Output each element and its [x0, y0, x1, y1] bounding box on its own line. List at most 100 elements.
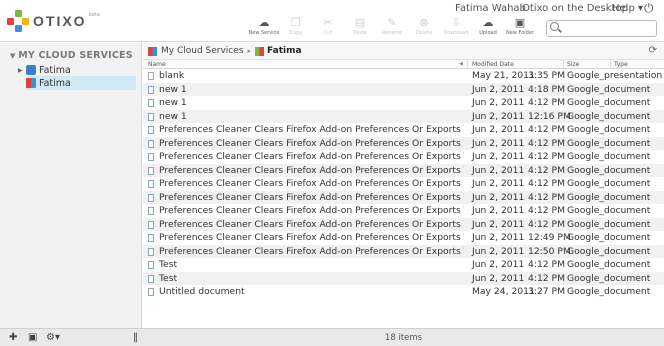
- file-time: 12:16 PM: [528, 110, 571, 122]
- file-name: blank: [159, 70, 185, 81]
- sidebar-item-fatima-box[interactable]: ▶ Fatima: [18, 63, 136, 77]
- file-name: Untitled document: [159, 286, 245, 297]
- file-time: 3:35 PM: [528, 70, 566, 81]
- file-date: Jun 2, 2011: [472, 191, 525, 203]
- column-header-size[interactable]: Size: [564, 60, 611, 69]
- paste-label: Paste: [353, 30, 367, 36]
- delete-button[interactable]: ⊗ Delete: [408, 16, 440, 36]
- file-row[interactable]: Preferences Cleaner Clears Firefox Add-o…: [143, 177, 664, 191]
- sidebar-item-label: Fatima: [39, 77, 71, 89]
- file-row[interactable]: Preferences Cleaner Clears Firefox Add-o…: [143, 136, 664, 150]
- file-type: Google_document: [567, 97, 651, 108]
- file-row[interactable]: Test Jun 2, 2011 4:12 PM Google_document: [143, 258, 664, 272]
- sidebar-header[interactable]: ▼ MY CLOUD SERVICES: [10, 50, 133, 61]
- window-icon[interactable]: ▣: [28, 332, 37, 343]
- sidebar-item-fatima-google[interactable]: Fatima: [26, 76, 136, 90]
- file-date: Jun 2, 2011: [472, 232, 525, 243]
- status-bar: ✚ ▣ ⚙▾ ‖ 18 items: [0, 328, 664, 346]
- file-time: 3:27 PM: [528, 286, 566, 297]
- column-header-type[interactable]: Type: [611, 60, 664, 69]
- breadcrumb: My Cloud Services ▸ Fatima ⟳: [143, 43, 664, 60]
- sidebar-header-label: MY CLOUD SERVICES: [18, 50, 133, 61]
- file-row[interactable]: blank May 21, 2011 3:35 PM Google_presentat…: [143, 69, 664, 83]
- search-box: [546, 20, 657, 37]
- file-type: Google_document: [567, 218, 651, 230]
- download-button[interactable]: ⇩ Download: [440, 16, 472, 36]
- search-input[interactable]: [562, 22, 654, 35]
- add-icon[interactable]: ✚: [9, 332, 17, 343]
- file-type: Google_document: [567, 164, 651, 176]
- file-time: 4:12 PM: [528, 151, 566, 162]
- file-row[interactable]: Preferences Cleaner Clears Firefox Add-o…: [143, 150, 664, 164]
- refresh-icon[interactable]: ⟳: [649, 45, 657, 56]
- file-date: May 24, 2011: [472, 286, 535, 297]
- file-row[interactable]: new 1 Jun 2, 2011 4:18 PM Google_document: [143, 82, 664, 96]
- google-docs-icon: [26, 78, 36, 88]
- file-type: Google_document: [567, 151, 651, 162]
- document-file-icon: [148, 126, 154, 134]
- document-file-icon: [148, 153, 154, 161]
- document-file-icon: [148, 112, 154, 121]
- file-type: Google_document: [567, 124, 651, 135]
- gear-icon[interactable]: ⚙▾: [46, 332, 60, 343]
- user-name-link[interactable]: Fatima Wahab: [455, 3, 526, 14]
- items-count: 18 items: [384, 333, 423, 343]
- rename-label: Rename: [381, 30, 403, 36]
- file-date: Jun 2, 2011: [472, 137, 525, 149]
- file-time: 4:12 PM: [528, 164, 566, 176]
- file-row[interactable]: Preferences Cleaner Clears Firefox Add-o…: [143, 204, 664, 218]
- file-row[interactable]: Preferences Cleaner Clears Firefox Add-o…: [143, 244, 664, 258]
- file-row[interactable]: new 1 Jun 2, 2011 4:12 PM Google_document: [143, 96, 664, 110]
- file-name: Preferences Cleaner Clears Firefox Add-o…: [159, 232, 464, 243]
- sidebar: ▼ MY CLOUD SERVICES ▶ Fatima Fatima: [0, 43, 142, 328]
- file-type: Google_document: [567, 178, 651, 189]
- upload-button[interactable]: ☁ Upload: [472, 16, 504, 36]
- upload-label: Upload: [479, 30, 497, 36]
- breadcrumb-root[interactable]: My Cloud Services: [161, 46, 243, 56]
- file-date: May 21, 2011: [472, 70, 535, 81]
- file-row[interactable]: Preferences Cleaner Clears Firefox Add-o…: [143, 190, 664, 204]
- file-row[interactable]: Preferences Cleaner Clears Firefox Add-o…: [143, 217, 664, 231]
- upload-cloud-icon: ☁: [482, 16, 494, 29]
- download-icon: ⇩: [451, 16, 461, 29]
- new-folder-button[interactable]: ▣ New Folder: [504, 16, 536, 36]
- breadcrumb-separator-icon: ▸: [247, 47, 251, 55]
- help-menu[interactable]: Help ▾: [612, 3, 643, 14]
- file-row[interactable]: Test Jun 2, 2011 4:12 PM Google_document: [143, 271, 664, 285]
- top-bar: OTIXO beta ☁ New Service ❐ Copy ✂ Cut ▤ …: [0, 0, 664, 42]
- cloud-services-icon: [148, 46, 157, 56]
- document-file-icon: [148, 207, 154, 215]
- new-service-button[interactable]: ☁ New Service: [248, 16, 280, 36]
- file-row[interactable]: Preferences Cleaner Clears Firefox Add-o…: [143, 231, 664, 245]
- resize-handle-icon[interactable]: ‖: [133, 332, 138, 343]
- file-time: 4:12 PM: [528, 97, 566, 108]
- column-header-name[interactable]: Name: [145, 60, 468, 69]
- file-row[interactable]: new 1 Jun 2, 2011 12:16 PM Google_document: [143, 109, 664, 123]
- file-time: 4:12 PM: [528, 191, 566, 203]
- google-docs-icon: [255, 46, 264, 56]
- rename-icon: ✎: [387, 16, 397, 29]
- file-row[interactable]: Preferences Cleaner Clears Firefox Add-o…: [143, 163, 664, 177]
- document-file-icon: [148, 234, 154, 242]
- rename-button[interactable]: ✎ Rename: [376, 16, 408, 36]
- breadcrumb-current[interactable]: Fatima: [267, 46, 302, 56]
- document-file-icon: [148, 166, 154, 175]
- copy-icon: ❐: [291, 16, 301, 29]
- file-time: 12:50 PM: [528, 245, 571, 257]
- file-name: Test: [159, 272, 178, 284]
- box-service-icon: [26, 65, 36, 75]
- file-time: 4:12 PM: [528, 124, 566, 135]
- column-header-date[interactable]: Modified Date: [469, 60, 564, 69]
- otixo-logo-icon: [7, 10, 29, 32]
- document-file-icon: [148, 247, 154, 256]
- file-type: Google_document: [567, 286, 651, 297]
- cut-button[interactable]: ✂ Cut: [312, 16, 344, 36]
- power-icon[interactable]: ⏻: [644, 1, 654, 16]
- file-type: Google_document: [567, 137, 651, 149]
- file-row[interactable]: Untitled document May 24, 2011 3:27 PM Goog…: [143, 285, 664, 299]
- copy-label: Copy: [289, 30, 303, 36]
- paste-button[interactable]: ▤ Paste: [344, 16, 376, 36]
- copy-button[interactable]: ❐ Copy: [280, 16, 312, 36]
- file-row[interactable]: Preferences Cleaner Clears Firefox Add-o…: [143, 123, 664, 137]
- app-logo[interactable]: OTIXO beta: [7, 10, 100, 32]
